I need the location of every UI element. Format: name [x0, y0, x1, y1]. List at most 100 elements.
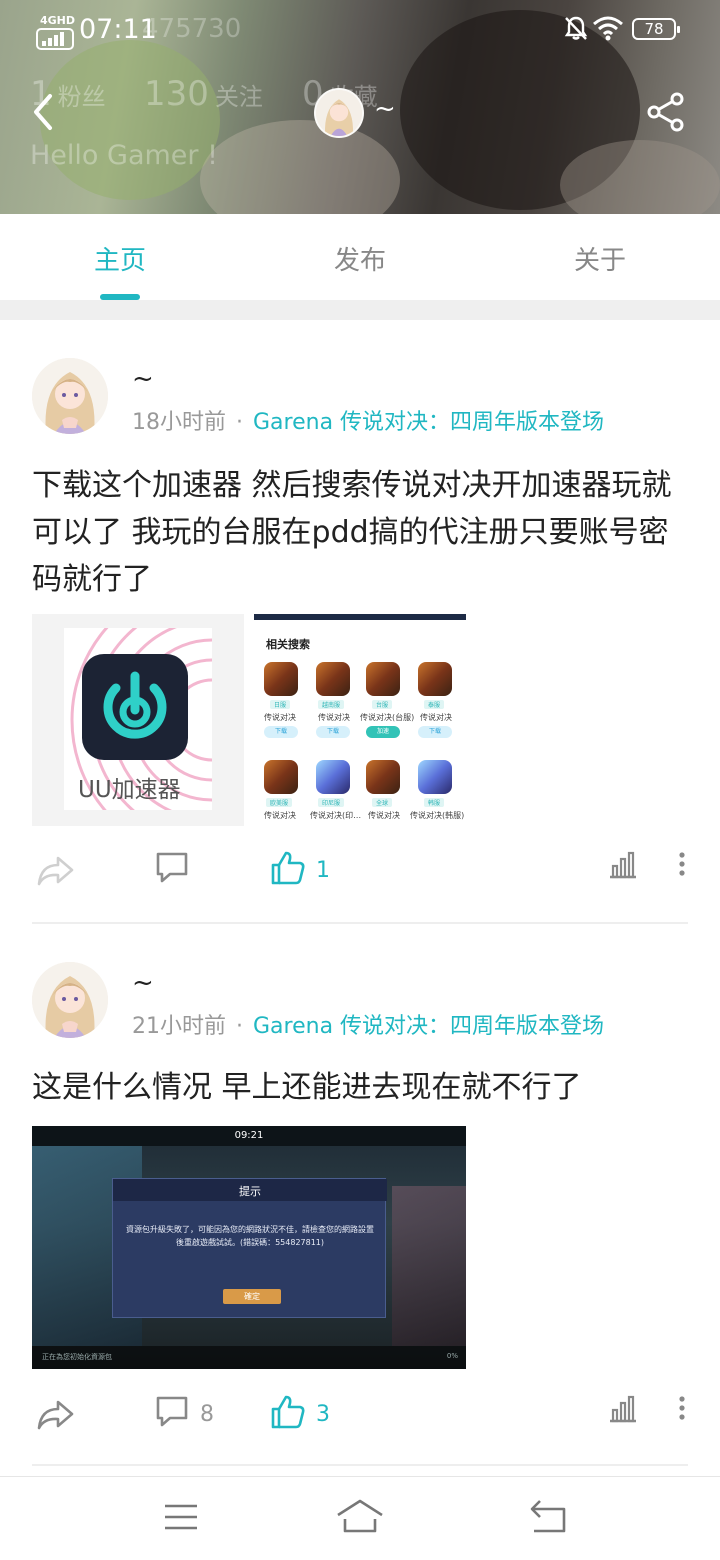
tab-posts[interactable]: 发布	[300, 240, 420, 277]
ghost-number: 475730	[142, 14, 242, 44]
region-tag: 越南服	[318, 700, 345, 709]
comment-count: 8	[200, 1402, 214, 1427]
search-title: 相关搜索	[266, 638, 310, 651]
post-image-uu[interactable]: UU加速器	[32, 614, 244, 826]
more-vertical-icon	[679, 852, 685, 876]
uu-logo-mark	[103, 671, 167, 739]
dialog-message: 資源包升級失敗了，可能因為您的網路狀況不佳，請檢查您的網路設置後重啟遊戲試試。(…	[126, 1225, 374, 1247]
game-name: 传说对决	[264, 811, 296, 820]
header-avatar[interactable]	[314, 88, 364, 138]
game-background	[392, 1186, 466, 1346]
post-time: 18小时前	[132, 410, 226, 435]
forward-icon	[37, 1400, 74, 1430]
battery-icon: 78	[632, 18, 680, 40]
post-image-search[interactable]: 相关搜索 日服 传说对决 下载 越南服 传说对决 下载 台服 传说对决(台服) …	[254, 614, 466, 826]
wifi-icon	[593, 16, 623, 41]
game-icon	[316, 662, 350, 696]
game-name: 传说对决(印…	[310, 811, 362, 820]
game-icon	[418, 760, 452, 794]
post-text[interactable]: 这是什么情况 早上还能进去现在就不行了	[32, 1064, 692, 1111]
region-tag: 印尼服	[318, 798, 345, 807]
back-nav-icon[interactable]	[524, 1497, 574, 1537]
game-icon	[264, 662, 298, 696]
post-time: 21小时前	[132, 1014, 226, 1039]
profile-header: 4GHD 07:11 475730 78 1 粉丝 130 关注 0 Hello…	[0, 0, 720, 214]
comment-icon	[156, 852, 188, 883]
comment-icon	[156, 1396, 188, 1427]
game-name: 传说对决	[420, 713, 452, 722]
status-bar: 4GHD 07:11 475730 78	[0, 0, 720, 60]
stat-label: 粉丝	[57, 83, 106, 111]
author-name[interactable]: ~	[132, 364, 154, 394]
profile-bio: Hello Gamer !	[30, 140, 218, 171]
like-count: 1	[316, 858, 330, 883]
author-avatar[interactable]	[32, 962, 108, 1038]
forward-icon	[37, 856, 74, 886]
region-tag: 台服	[372, 700, 393, 709]
post-topic[interactable]: Garena 传说对决：四周年版本登场	[253, 410, 604, 435]
game-icon	[316, 760, 350, 794]
uu-app-label: UU加速器	[78, 777, 181, 803]
dialog-confirm-button: 確定	[223, 1289, 281, 1304]
game-name: 传说对决	[318, 713, 350, 722]
game-icon	[418, 662, 452, 696]
game-icon	[264, 760, 298, 794]
stat-label: 关注	[214, 83, 263, 111]
share-icon[interactable]	[644, 90, 688, 134]
header-username: ~	[374, 94, 396, 124]
home-icon[interactable]	[335, 1497, 385, 1537]
game-name: 传说对决(韩服)	[410, 811, 465, 820]
meta-separator: ·	[236, 1014, 243, 1039]
signal-bars	[36, 28, 74, 50]
mute-bell-icon	[564, 16, 588, 40]
thumbs-up-icon	[271, 851, 305, 885]
author-name[interactable]: ~	[132, 968, 154, 998]
post-meta: 18小时前 · Garena 传说对决：四周年版本登场	[132, 404, 604, 436]
loading-footer: 正在為您初始化資源包 0%	[32, 1346, 466, 1369]
loading-percent: 0%	[446, 1352, 458, 1360]
section-gap	[0, 300, 720, 320]
accelerate-button: 加速	[366, 726, 400, 738]
meta-separator: ·	[236, 410, 243, 435]
header-bg-shape	[200, 120, 400, 214]
uu-logo-icon	[82, 654, 188, 760]
download-button: 下载	[264, 726, 298, 738]
download-button: 下载	[316, 726, 350, 738]
stat-value: 130	[144, 74, 209, 114]
region-tag: 泰服	[424, 700, 445, 709]
post-actions: 1	[0, 850, 720, 900]
game-name: 传说对决(台服)	[360, 713, 415, 722]
post-image-error-screenshot[interactable]: 09:21 提示 資源包升級失敗了，可能因為您的網路狀況不佳，請檢查您的網路設置…	[32, 1126, 466, 1369]
screenshot-status-bar: 09:21	[32, 1126, 466, 1146]
loading-text: 正在為您初始化資源包	[42, 1353, 112, 1361]
header-bg-shape	[40, 40, 220, 200]
bar-chart-icon	[610, 1395, 636, 1423]
game-name: 传说对决	[368, 811, 400, 820]
region-tag: 欧美服	[266, 798, 293, 807]
more-vertical-icon	[679, 1396, 685, 1420]
game-name: 传说对决	[264, 713, 296, 722]
post-divider	[32, 1464, 688, 1466]
tab-about[interactable]: 关于	[540, 240, 660, 277]
screen: 4GHD 07:11 475730 78 1 粉丝 130 关注 0 Hello…	[0, 0, 720, 1560]
avatar-illustration	[32, 962, 108, 1038]
back-arrow-icon[interactable]	[28, 90, 60, 134]
region-tag: 韩服	[424, 798, 445, 807]
bar-chart-icon	[610, 851, 636, 879]
post-topic[interactable]: Garena 传说对决：四周年版本登场	[253, 1014, 604, 1039]
game-icon	[366, 662, 400, 696]
stat-following[interactable]: 130 关注	[144, 74, 263, 114]
network-type: 4GHD	[40, 14, 76, 27]
post-text[interactable]: 下载这个加速器 然后搜索传说对决开加速器玩就可以了 我玩的台服在pdd搞的代注册…	[32, 462, 692, 603]
tab-home[interactable]: 主页	[60, 240, 180, 277]
download-button: 下载	[418, 726, 452, 738]
error-dialog: 提示 資源包升級失敗了，可能因為您的網路狀況不佳，請檢查您的網路設置後重啟遊戲試…	[112, 1178, 387, 1318]
thumbs-up-icon	[271, 1395, 305, 1429]
author-avatar[interactable]	[32, 358, 108, 434]
like-count: 3	[316, 1402, 330, 1427]
menu-icon[interactable]	[156, 1497, 206, 1537]
system-nav-bar	[0, 1476, 720, 1560]
post-divider	[32, 922, 688, 924]
avatar-illustration	[32, 358, 108, 434]
region-tag: 日服	[270, 700, 291, 709]
